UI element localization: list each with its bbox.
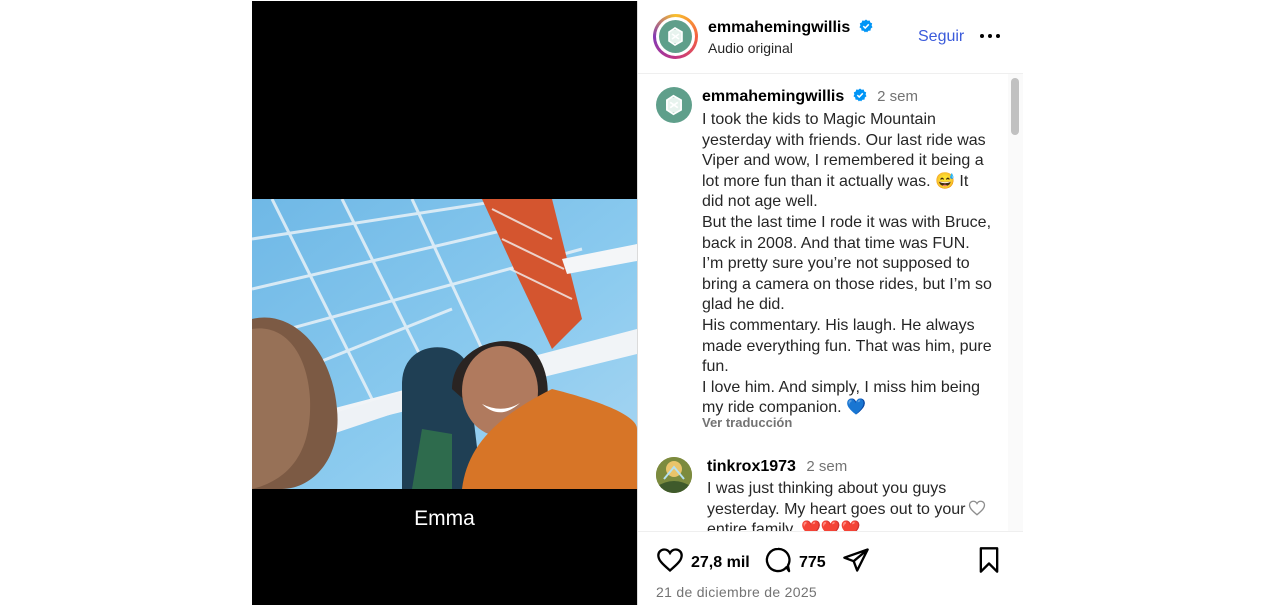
- commenter-avatar[interactable]: [656, 457, 692, 493]
- avatar-logo-icon: [668, 27, 683, 46]
- verified-badge-icon: [859, 19, 873, 33]
- post-header: emmahemingwillis Audio original Seguir: [638, 1, 1023, 74]
- video-frame[interactable]: [252, 199, 637, 489]
- video-player[interactable]: Emma: [252, 1, 637, 605]
- story-ring[interactable]: [653, 14, 698, 59]
- avatar: [659, 20, 692, 53]
- caption-text: I took the kids to Magic Mountain yester…: [702, 111, 992, 417]
- more-options-icon[interactable]: [978, 28, 1002, 44]
- comment-author-username[interactable]: tinkrox1973: [707, 458, 796, 475]
- author-username-text[interactable]: emmahemingwillis: [708, 19, 850, 36]
- comment-bubble-icon[interactable]: [763, 546, 793, 574]
- post-details-panel: emmahemingwillis Audio original Seguir e…: [637, 1, 1023, 606]
- verified-badge-icon: [853, 88, 867, 102]
- save-bookmark-icon[interactable]: [977, 546, 1001, 574]
- comment-timestamp[interactable]: 2 sem: [806, 458, 847, 475]
- comment-item: tinkrox1973 2 sem I was just thinking ab…: [638, 454, 1008, 531]
- post-actions-footer: 27,8 mil 775 21 de diciembre de 2025: [638, 531, 1023, 606]
- share-send-icon[interactable]: [841, 546, 871, 574]
- comment-author: tinkrox1973 2 sem: [707, 458, 847, 476]
- post-date[interactable]: 21 de diciembre de 2025: [656, 584, 817, 600]
- roller-coaster-image: [252, 199, 637, 489]
- comment-text: I was just thinking about you guys yeste…: [707, 480, 966, 531]
- caption-author-username[interactable]: emmahemingwillis: [702, 88, 844, 105]
- see-translation-link[interactable]: Ver traducción: [702, 415, 792, 430]
- comment-like-heart-icon[interactable]: [968, 499, 986, 517]
- post-modal: Emma emmahemingwillis Audio original Seg…: [252, 1, 1023, 606]
- follow-button[interactable]: Seguir: [918, 28, 964, 46]
- comments-count[interactable]: 775: [799, 554, 826, 572]
- comments-scrollbar[interactable]: [1008, 74, 1023, 531]
- avatar-logo-icon: [666, 94, 682, 116]
- author-username[interactable]: emmahemingwillis: [708, 19, 873, 37]
- caption-author: emmahemingwillis 2 sem: [702, 88, 918, 106]
- caption-timestamp[interactable]: 2 sem: [877, 88, 918, 105]
- commenter-avatar-image: [656, 457, 692, 493]
- like-heart-icon[interactable]: [655, 546, 685, 574]
- scrollbar-thumb[interactable]: [1011, 78, 1019, 135]
- comments-list[interactable]: emmahemingwillis 2 sem I took the kids t…: [638, 74, 1008, 531]
- video-caption-overlay: Emma: [414, 507, 475, 530]
- likes-count[interactable]: 27,8 mil: [691, 554, 750, 572]
- caption-avatar[interactable]: [656, 87, 692, 123]
- audio-label[interactable]: Audio original: [708, 40, 793, 56]
